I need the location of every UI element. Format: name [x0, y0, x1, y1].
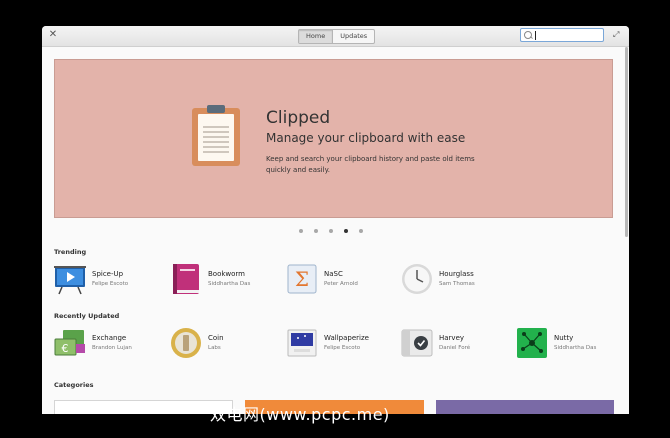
category-tile[interactable] [54, 400, 233, 414]
page-dot[interactable] [359, 229, 363, 233]
app-tile-wallpaperize[interactable]: Wallpaperize Felipe Escoto [286, 327, 396, 361]
header-bar: ✕ Home Updates ⤢ [42, 26, 629, 47]
app-author: Felipe Escoto [92, 281, 129, 287]
presentation-icon [54, 266, 86, 295]
clock-icon [402, 264, 432, 294]
currency-exchange-icon: € [54, 330, 85, 356]
featured-banner[interactable]: Clipped Manage your clipboard with ease … [54, 59, 613, 218]
tab-home[interactable]: Home [299, 30, 333, 43]
clipboard-icon [192, 105, 240, 166]
search-input[interactable] [534, 30, 600, 40]
contrast-checker-icon [401, 329, 433, 357]
app-center-window: ✕ Home Updates ⤢ Clipped Manage your cli… [42, 26, 629, 414]
page-dot[interactable] [299, 229, 303, 233]
categories-heading: Categories [54, 381, 94, 389]
app-tile-nutty[interactable]: Nutty Siddhartha Das [516, 327, 626, 361]
coin-icon [171, 328, 201, 358]
banner-pagination [299, 229, 363, 233]
app-tile-bookworm[interactable]: Bookworm Siddhartha Das [170, 263, 280, 297]
banner-title: Clipped [266, 108, 331, 128]
svg-text:€: € [62, 342, 69, 355]
book-icon [173, 264, 199, 294]
app-name: Bookworm [208, 270, 246, 278]
maximize-icon[interactable]: ⤢ [613, 30, 619, 40]
app-tile-harvey[interactable]: Harvey Daniel Foré [401, 327, 511, 361]
app-tile-nasc[interactable]: Σ NaSC Peter Arnold [286, 263, 396, 297]
app-author: Felipe Escoto [324, 345, 361, 351]
sigma-calculator-icon: Σ [287, 264, 317, 294]
network-icon [517, 328, 547, 358]
search-icon [524, 31, 532, 39]
app-author: Siddhartha Das [208, 281, 251, 287]
app-name: Nutty [554, 334, 574, 342]
tab-updates[interactable]: Updates [332, 30, 374, 43]
app-author: Siddhartha Das [554, 345, 597, 351]
trending-heading: Trending [54, 248, 87, 256]
app-tile-exchange[interactable]: € Exchange Brandon Lujan [54, 327, 164, 361]
category-tile[interactable] [436, 400, 614, 414]
app-name: Wallpaperize [324, 334, 369, 342]
app-author: Peter Arnold [324, 281, 358, 287]
app-author: Daniel Foré [439, 345, 471, 351]
app-tile-coin[interactable]: Coin Labs [170, 327, 280, 361]
app-tile-spice-up[interactable]: Spice-Up Felipe Escoto [54, 263, 164, 297]
wallpaper-icon [287, 329, 317, 357]
app-author: Sam Thomas [439, 281, 475, 287]
app-name: Coin [208, 334, 224, 342]
app-name: Spice-Up [92, 270, 124, 278]
app-name: Exchange [92, 334, 127, 342]
page-dot-active[interactable] [344, 229, 348, 233]
page-dot[interactable] [329, 229, 333, 233]
app-name: Hourglass [439, 270, 474, 278]
svg-text:Σ: Σ [295, 267, 309, 291]
app-author: Brandon Lujan [92, 345, 132, 351]
recently-updated-heading: Recently Updated [54, 312, 120, 320]
scrollbar[interactable] [625, 47, 628, 237]
view-switcher: Home Updates [298, 29, 376, 44]
text-cursor [535, 31, 536, 40]
banner-subtitle: Manage your clipboard with ease [266, 131, 466, 145]
page-dot[interactable] [314, 229, 318, 233]
app-name: Harvey [439, 334, 465, 342]
app-tile-hourglass[interactable]: Hourglass Sam Thomas [401, 263, 511, 297]
app-name: NaSC [324, 270, 343, 278]
close-button[interactable]: ✕ [47, 29, 59, 41]
search-field[interactable] [520, 28, 604, 42]
app-author: Labs [208, 345, 221, 351]
banner-description: Keep and search your clipboard history a… [266, 155, 475, 174]
watermark-text: 双电网(www.pcpc.me) [210, 405, 390, 424]
